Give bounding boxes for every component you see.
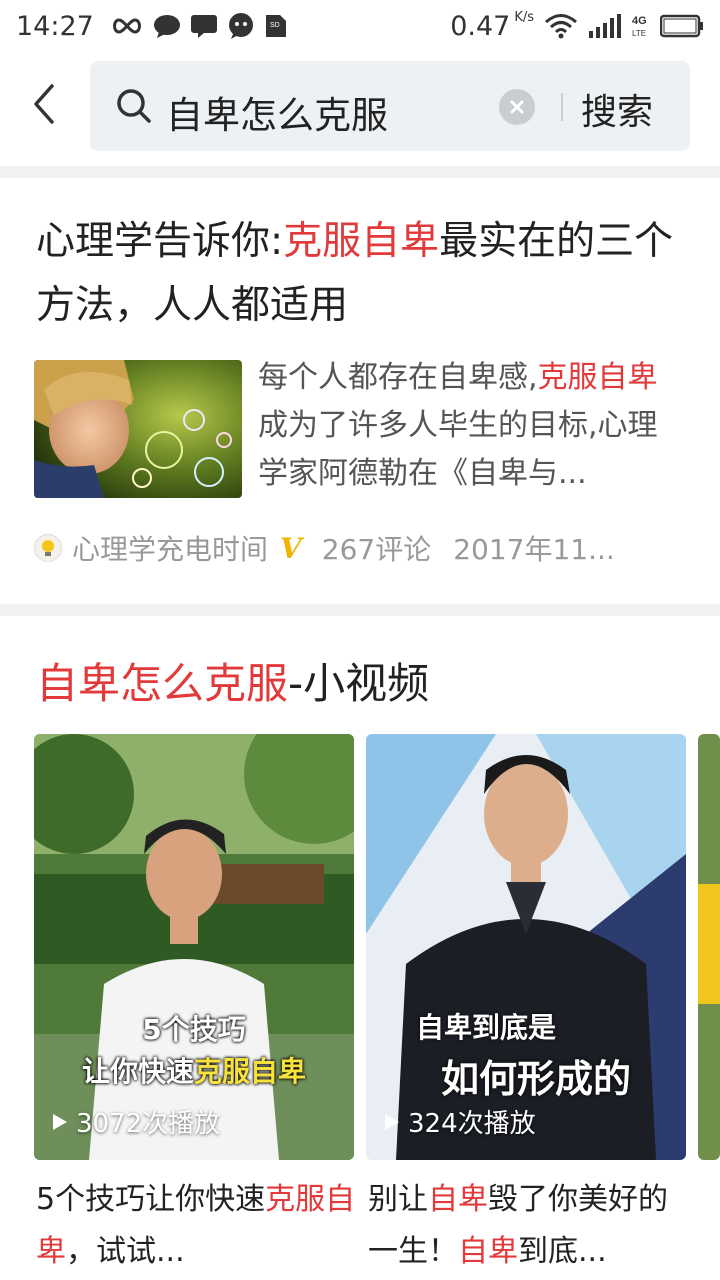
publish-date: 2017年11...: [453, 533, 615, 566]
source-avatar[interactable]: [34, 534, 62, 562]
video-overlay-title: 自卑到底是: [415, 1011, 556, 1044]
video-caption[interactable]: 别让自卑毁了你美好的一生！自卑到底...: [368, 1174, 688, 1278]
video-overlay-subtitle: 让你快速克服自卑: [81, 1055, 307, 1088]
play-count: 3072次播放: [52, 1103, 220, 1140]
article-result[interactable]: 心理学告诉你:克服自卑最实在的三个方法，人人都适用 每个人都存在自卑感,克服自卑…: [0, 178, 720, 604]
video-card[interactable]: 自卑到底是 如何形成的 324次播放 别让自卑毁了你美好的一生！自卑到底...: [366, 734, 686, 1269]
svg-text:4G: 4G: [632, 15, 647, 27]
svg-text:SD: SD: [270, 22, 280, 29]
sd-card-icon: SD: [265, 15, 286, 37]
video-thumbnail[interactable]: 5个技巧 让你快速克服自卑 3072次播放: [34, 734, 354, 1160]
video-card[interactable]: 5个技巧 让你快速克服自卑 3072次播放 5个技巧让你快速克服自卑，试试...: [34, 734, 355, 1269]
play-count: 324次播放: [384, 1103, 536, 1140]
section-divider: [0, 604, 720, 616]
search-icon: [117, 89, 151, 123]
back-button[interactable]: [22, 82, 66, 126]
comment-count: 267评论: [321, 533, 432, 566]
close-icon: [510, 100, 524, 114]
video-thumbnail[interactable]: [698, 734, 720, 1160]
child-bubbles-image: [34, 360, 242, 498]
short-video-section: 自卑怎么克服-小视频 5个技巧 让你快速克服自卑 3072次播放 5个技巧让你快…: [0, 618, 720, 1280]
signal-icon: [589, 14, 621, 38]
network-speed: 0.47 K/s: [450, 9, 534, 42]
battery-icon: [660, 14, 703, 38]
video-thumbnail[interactable]: 自卑到底是 如何形成的 324次播放: [366, 734, 686, 1160]
video-card[interactable]: 如理: [698, 734, 720, 1174]
chat-bubble-icon: [153, 15, 180, 38]
play-icon: [53, 1113, 67, 1130]
status-time: 14:27: [16, 10, 94, 42]
message-icon: [190, 15, 217, 38]
article-title[interactable]: 心理学告诉你:克服自卑最实在的三个方法，人人都适用: [36, 210, 696, 338]
lightbulb-icon: [42, 540, 54, 556]
chevron-left-icon: [34, 84, 54, 124]
article-meta: 心理学充电时间 V 267评论 2017年11...: [34, 528, 694, 568]
video-overlay-title: 5个技巧: [142, 1013, 246, 1046]
section-title[interactable]: 自卑怎么克服-小视频: [36, 650, 429, 711]
article-snippet: 每个人都存在自卑感,克服自卑成为了许多人毕生的目标,心理学家阿德勒在《自卑与..…: [258, 360, 658, 491]
status-bar: 14:27 SD 0.47 K/s 4G LTE: [0, 0, 720, 52]
play-icon: [385, 1113, 399, 1130]
video-image: [698, 734, 720, 1160]
search-button[interactable]: 搜索: [581, 83, 653, 135]
video-caption[interactable]: 5个技巧让你快速克服自卑，试试...: [36, 1174, 356, 1278]
source-name[interactable]: 心理学充电时间: [72, 528, 268, 568]
verified-badge: V: [280, 531, 302, 565]
search-input[interactable]: 自卑怎么克服 搜索: [90, 61, 690, 151]
search-divider: [561, 93, 563, 121]
face-chat-icon: [228, 13, 253, 39]
search-header: 自卑怎么克服 搜索: [0, 52, 720, 164]
man-in-park-image: [34, 734, 354, 1160]
infinity-icon: [112, 18, 141, 34]
video-overlay-subtitle: 如何形成的: [440, 1057, 631, 1101]
clear-button[interactable]: [499, 89, 535, 125]
wifi-icon: [545, 14, 577, 39]
article-thumbnail[interactable]: [34, 360, 242, 498]
network-type-icon: 4G LTE: [632, 15, 647, 38]
svg-text:LTE: LTE: [632, 29, 646, 38]
search-query[interactable]: 自卑怎么克服: [166, 85, 388, 139]
section-divider: [0, 166, 720, 178]
